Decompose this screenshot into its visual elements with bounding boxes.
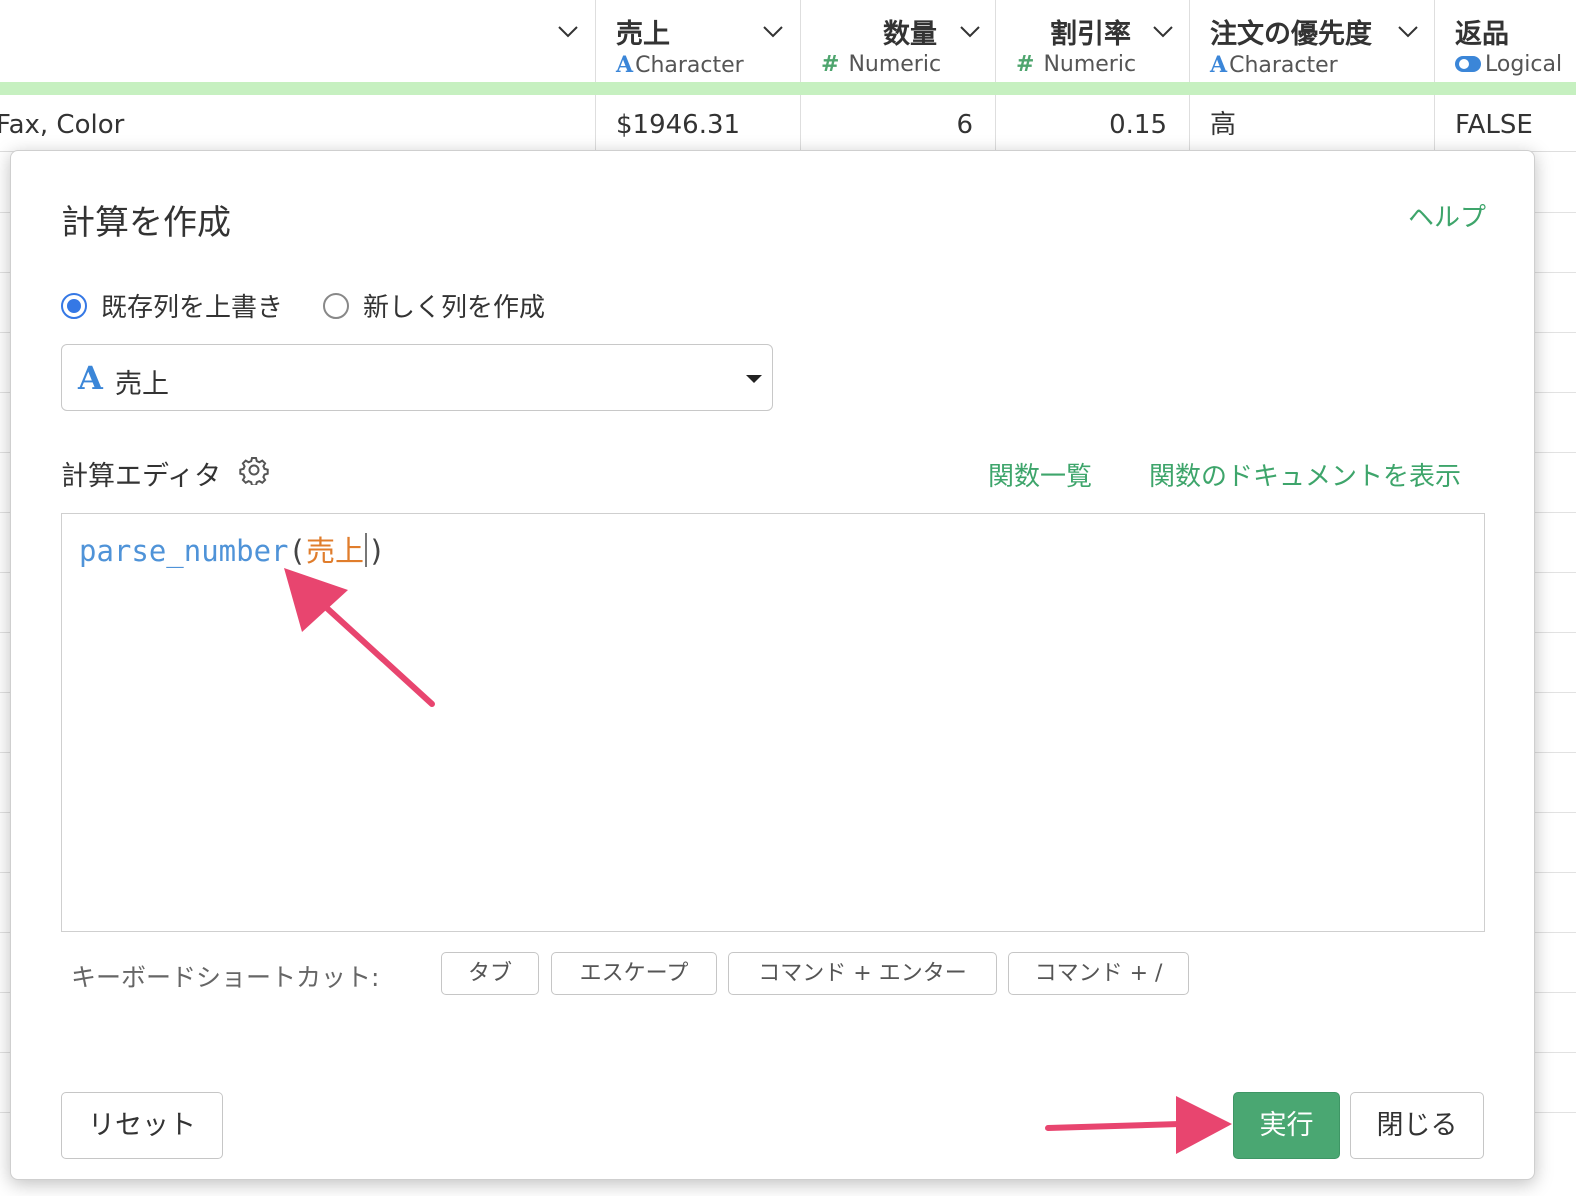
numeric-icon: #	[821, 52, 840, 77]
table-cell: 高	[1190, 95, 1435, 152]
table-cell: $1946.31	[596, 95, 801, 152]
radio-create-new-column[interactable]: 新しく列を作成	[323, 287, 545, 324]
code-line: parse_number(売上)	[79, 528, 385, 570]
text-cursor	[365, 533, 367, 567]
radio-label: 新しく列を作成	[363, 293, 546, 323]
close-button[interactable]: 閉じる	[1350, 1092, 1484, 1159]
column-header-discount[interactable]: 割引率 # Numeric	[996, 0, 1190, 82]
table-cell: Fax, Color	[0, 95, 596, 152]
column-header-quantity[interactable]: 数量 # Numeric	[801, 0, 996, 82]
code-function: parse_number	[79, 534, 289, 568]
code-open-paren: (	[288, 534, 306, 568]
radio-button[interactable]	[323, 292, 350, 319]
column-select[interactable]: A 売上	[61, 344, 773, 411]
column-name: 返品	[1455, 19, 1509, 50]
table-cell: FALSE	[1455, 110, 1533, 140]
numeric-icon: #	[1016, 52, 1035, 77]
editor-label: 計算エディタ	[61, 461, 222, 492]
character-icon: A	[616, 52, 634, 78]
column-type: # Numeric	[1016, 52, 1137, 77]
reset-button[interactable]: リセット	[61, 1092, 223, 1159]
help-link[interactable]: ヘルプ	[1408, 197, 1486, 234]
mode-radio-group: 既存列を上書き 新しく列を作成	[61, 287, 585, 324]
shortcut-command-enter[interactable]: コマンド + エンター	[728, 952, 997, 995]
code-close-paren: )	[368, 534, 386, 568]
logical-icon	[1455, 56, 1481, 72]
gear-icon[interactable]	[239, 455, 269, 485]
chevron-down-icon[interactable]	[959, 20, 981, 42]
radio-label: 既存列を上書き	[101, 293, 284, 323]
column-name: 注文の優先度	[1210, 19, 1372, 50]
shortcuts-label: キーボードショートカット:	[71, 963, 380, 992]
table-row[interactable]: Fax, Color $1946.31 6 0.15 高 FALSE	[0, 95, 1576, 152]
dialog-title: 計算を作成	[61, 203, 231, 243]
column-select-value: 売上	[115, 369, 169, 400]
run-button[interactable]: 実行	[1233, 1092, 1340, 1159]
column-name: 売上	[616, 19, 670, 50]
code-editor[interactable]: parse_number(売上)	[61, 513, 1485, 932]
column-type: # Numeric	[821, 52, 942, 77]
function-list-link[interactable]: 関数一覧	[988, 456, 1092, 493]
character-icon: A	[78, 359, 103, 397]
column-header-returned[interactable]: 返品 Logical	[1435, 0, 1576, 82]
table-cell: 0.15	[996, 95, 1190, 152]
column-type: ACharacter	[616, 52, 744, 78]
chevron-down-icon[interactable]	[1152, 20, 1174, 42]
column-name: 数量	[883, 19, 937, 50]
caret-down-icon	[746, 375, 762, 383]
shortcut-command-slash[interactable]: コマンド + /	[1008, 952, 1189, 995]
create-calculation-dialog: 計算を作成 ヘルプ 既存列を上書き 新しく列を作成 A 売上 計算エディタ 関数…	[10, 150, 1535, 1180]
character-icon: A	[1210, 52, 1228, 78]
chevron-down-icon[interactable]	[762, 20, 784, 42]
column-summary-bar	[0, 82, 1576, 95]
table-cell: 6	[801, 95, 996, 152]
radio-overwrite-column[interactable]: 既存列を上書き	[61, 287, 283, 324]
shortcut-escape[interactable]: エスケープ	[551, 952, 717, 995]
column-header-sales[interactable]: 売上 ACharacter	[596, 0, 801, 82]
chevron-down-icon[interactable]	[1397, 20, 1419, 42]
column-type: ACharacter	[1210, 52, 1338, 78]
function-docs-link[interactable]: 関数のドキュメントを表示	[1149, 456, 1461, 493]
column-header-0[interactable]	[0, 0, 596, 82]
code-argument: 売上	[305, 534, 364, 568]
shortcut-tab[interactable]: タブ	[441, 952, 539, 995]
column-type: Logical	[1455, 52, 1562, 77]
column-header-priority[interactable]: 注文の優先度 ACharacter	[1190, 0, 1435, 82]
radio-button-checked[interactable]	[61, 292, 87, 319]
chevron-down-icon[interactable]	[557, 20, 579, 42]
column-name: 割引率	[1050, 19, 1131, 50]
